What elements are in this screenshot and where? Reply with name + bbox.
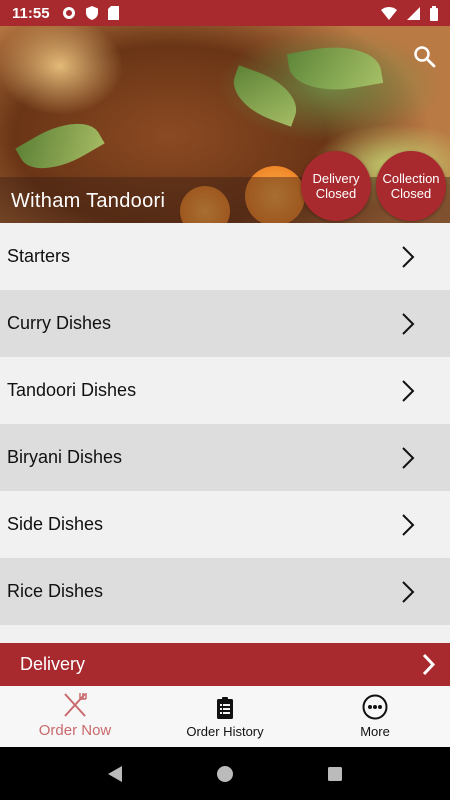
collection-badge-line2: Closed xyxy=(390,186,432,201)
search-icon[interactable] xyxy=(412,44,436,68)
chevron-right-icon xyxy=(402,246,415,268)
delivery-badge-line1: Delivery xyxy=(312,171,360,186)
recents-icon[interactable] xyxy=(327,766,343,782)
chevron-right-icon xyxy=(402,447,415,469)
delivery-status-badge: Delivery Closed xyxy=(301,151,371,221)
menu-item-label: Rice Dishes xyxy=(7,581,104,601)
chevron-right-icon xyxy=(422,653,436,676)
sd-card-icon xyxy=(107,6,119,20)
menu-category-list: Starters Curry Dishes Tandoori Dishes Bi… xyxy=(0,223,450,625)
delivery-badge-line2: Closed xyxy=(315,186,357,201)
menu-item-label: Biryani Dishes xyxy=(7,447,123,467)
tab-order-now-label: Order Now xyxy=(38,722,112,739)
bottom-navigation: Order Now Order History More xyxy=(0,686,450,747)
back-icon[interactable] xyxy=(107,765,123,782)
menu-item-label: Tandoori Dishes xyxy=(7,380,137,400)
status-time: 11:55 xyxy=(12,4,50,22)
delivery-mode-bar[interactable]: Delivery xyxy=(0,643,450,686)
tab-order-history-label: Order History xyxy=(186,724,264,739)
battery-icon xyxy=(430,5,438,21)
menu-item-label: Starters xyxy=(7,246,71,266)
delivery-mode-label: Delivery xyxy=(20,654,86,674)
menu-item-label: Side Dishes xyxy=(7,514,104,534)
home-icon[interactable] xyxy=(217,765,233,782)
tab-order-history[interactable]: Order History xyxy=(150,686,300,747)
menu-item-side-dishes[interactable]: Side Dishes xyxy=(0,491,450,558)
chevron-right-icon xyxy=(402,514,415,536)
signal-icon xyxy=(407,6,420,20)
shield-icon xyxy=(85,6,98,20)
menu-item-rice-dishes[interactable]: Rice Dishes xyxy=(0,558,450,625)
collection-badge-line1: Collection xyxy=(382,171,440,186)
menu-item-curry-dishes[interactable]: Curry Dishes xyxy=(0,290,450,357)
tab-more-label: More xyxy=(360,724,390,739)
menu-item-label: Curry Dishes xyxy=(7,313,112,333)
wifi-icon xyxy=(381,6,397,20)
chevron-right-icon xyxy=(402,581,415,603)
menu-item-starters[interactable]: Starters xyxy=(0,223,450,290)
tab-more[interactable]: More xyxy=(300,686,450,747)
more-dots-icon xyxy=(362,694,388,720)
clipboard-list-icon xyxy=(217,697,233,719)
settings-icon xyxy=(62,7,75,19)
restaurant-name: Witham Tandoori xyxy=(11,190,166,212)
tab-order-now[interactable]: Order Now xyxy=(0,686,150,747)
fork-knife-icon xyxy=(64,693,87,717)
collection-status-badge: Collection Closed xyxy=(376,151,446,221)
chevron-right-icon xyxy=(402,313,415,335)
status-bar: 11:55 xyxy=(0,0,450,26)
menu-item-tandoori-dishes[interactable]: Tandoori Dishes xyxy=(0,357,450,424)
system-navigation-bar xyxy=(0,747,450,800)
menu-item-biryani-dishes[interactable]: Biryani Dishes xyxy=(0,424,450,491)
chevron-right-icon xyxy=(402,380,415,402)
